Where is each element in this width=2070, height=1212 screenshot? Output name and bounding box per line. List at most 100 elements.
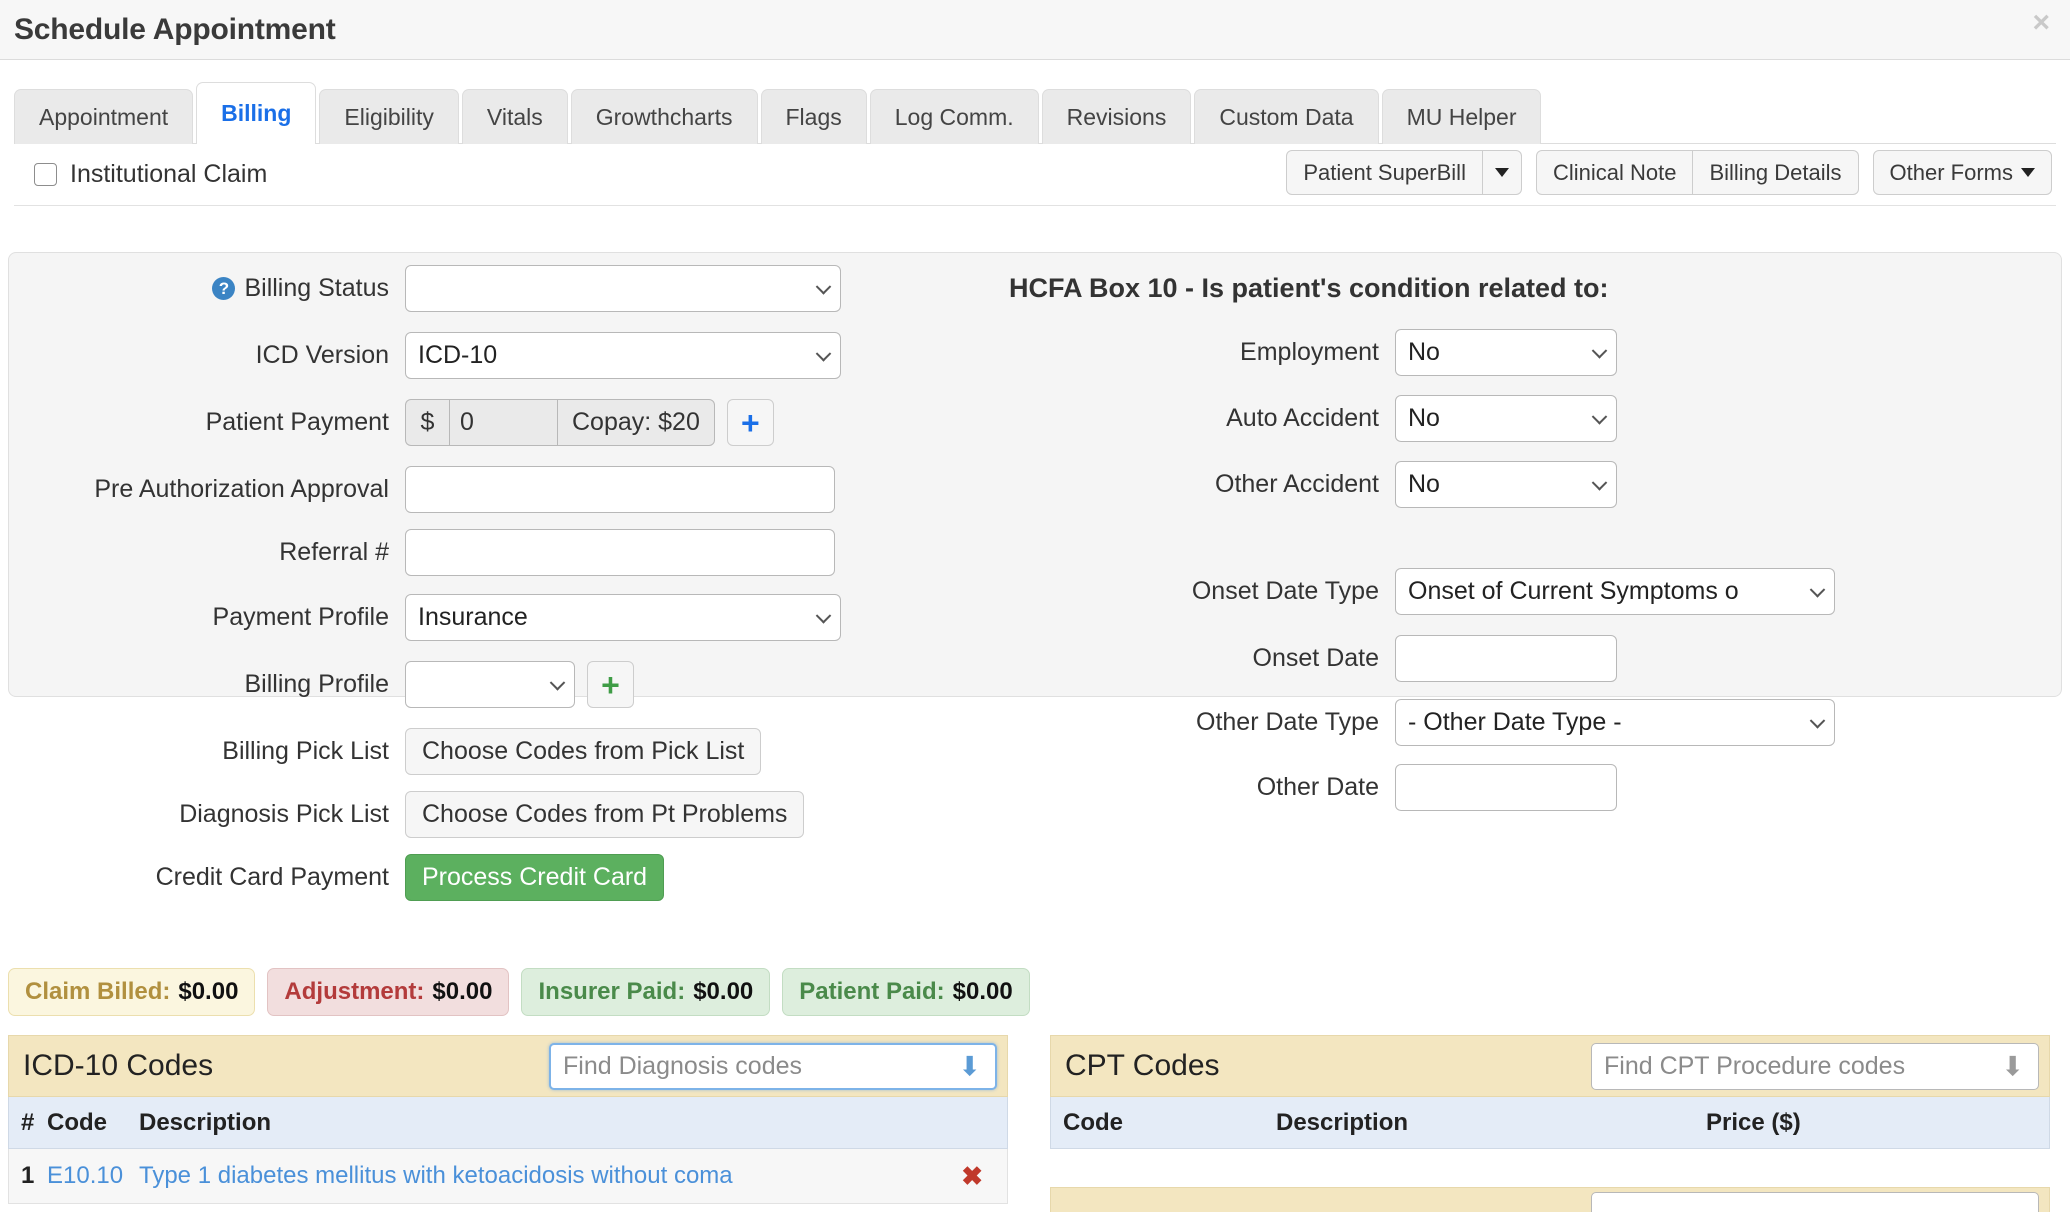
tab-strip: Appointment Billing Eligibility Vitals G… xyxy=(0,80,2070,145)
other-date-type-select[interactable]: - Other Date Type - xyxy=(1395,699,1835,746)
patient-paid-amount: $0.00 xyxy=(952,978,1013,1005)
icd-panel-header: ICD-10 Codes Find Diagnosis codes ⬇ xyxy=(8,1035,1008,1097)
code-panels: ICD-10 Codes Find Diagnosis codes ⬇ # Co… xyxy=(8,1035,2062,1212)
referral-number-label: Referral # xyxy=(279,538,389,566)
icd-version-label: ICD Version xyxy=(255,341,389,369)
other-forms-label: Other Forms xyxy=(1889,159,2013,185)
onset-date-type-select[interactable]: Onset of Current Symptoms o xyxy=(1395,568,1835,615)
payment-profile-value: Insurance xyxy=(418,603,528,631)
cpt-col-code: Code xyxy=(1063,1108,1123,1136)
add-payment-button[interactable]: + xyxy=(726,399,774,446)
tab-appointment[interactable]: Appointment xyxy=(14,89,194,144)
cpt-search-input[interactable]: Find CPT Procedure codes ⬇ xyxy=(1591,1043,2039,1090)
process-credit-card-button[interactable]: Process Credit Card xyxy=(405,854,665,901)
referral-number-input[interactable] xyxy=(405,529,835,576)
tab-billing[interactable]: Billing xyxy=(196,82,317,145)
cpt-empty-area xyxy=(1050,1149,2050,1187)
billing-status-select[interactable] xyxy=(405,265,841,312)
institutional-claim-checkbox[interactable] xyxy=(34,163,57,186)
claim-billed-amount: $0.00 xyxy=(178,978,239,1005)
icd-table-header: # Code Description xyxy=(8,1097,1008,1149)
icd-col-description: Description xyxy=(139,1108,272,1136)
tab-growthcharts[interactable]: Growthcharts xyxy=(570,89,758,144)
arrow-down-icon[interactable]: ⬇ xyxy=(2001,1051,2024,1082)
insurer-paid-badge: Insurer Paid: $0.00 xyxy=(521,968,771,1016)
billing-profile-label: Billing Profile xyxy=(244,670,389,698)
onset-date-input[interactable] xyxy=(1395,635,1617,682)
chevron-down-icon xyxy=(1591,408,1608,425)
claim-billed-label: Claim Billed: xyxy=(25,978,171,1005)
diagnosis-pick-list-button[interactable]: Choose Codes from Pt Problems xyxy=(405,791,805,838)
auto-accident-select[interactable]: No xyxy=(1395,395,1617,442)
icd-row-description[interactable]: Type 1 diabetes mellitus with ketoacidos… xyxy=(139,1162,961,1190)
billing-details-button[interactable]: Billing Details xyxy=(1693,150,1859,195)
cpt-search-placeholder: Find CPT Procedure codes xyxy=(1604,1052,1906,1080)
icd-search-input[interactable]: Find Diagnosis codes ⬇ xyxy=(549,1043,997,1090)
other-date-label: Other Date xyxy=(1256,773,1379,801)
tab-flags[interactable]: Flags xyxy=(760,89,867,144)
onset-date-type-label: Onset Date Type xyxy=(1191,577,1379,605)
chevron-down-icon xyxy=(815,278,832,295)
billing-form-panel: ? Billing Status ICD Version ICD-10 Pati… xyxy=(8,252,2062,901)
other-accident-value: No xyxy=(1408,470,1440,498)
institutional-claim-label: Institutional Claim xyxy=(70,160,268,188)
help-icon[interactable]: ? xyxy=(212,277,236,300)
arrow-down-icon[interactable]: ⬇ xyxy=(958,1051,981,1082)
page-title: Schedule Appointment xyxy=(14,12,336,46)
insurer-paid-amount: $0.00 xyxy=(693,978,754,1005)
next-panel-search-input[interactable] xyxy=(1591,1192,2039,1212)
billing-status-label: ? Billing Status xyxy=(9,274,389,303)
tab-mu-helper[interactable]: MU Helper xyxy=(1381,89,1542,144)
chevron-down-icon xyxy=(2021,168,2035,177)
payment-profile-select[interactable]: Insurance xyxy=(405,594,841,641)
onset-date-type-value: Onset of Current Symptoms o xyxy=(1408,577,1739,605)
cpt-table-header: Code Description Price ($) xyxy=(1050,1097,2050,1149)
chevron-down-icon xyxy=(815,345,832,362)
billing-profile-select[interactable] xyxy=(405,661,575,708)
patient-superbill-button[interactable]: Patient SuperBill xyxy=(1286,150,1483,195)
other-accident-select[interactable]: No xyxy=(1395,461,1617,508)
cpt-codes-panel: CPT Codes Find CPT Procedure codes ⬇ Cod… xyxy=(1050,1035,2050,1212)
note-billing-button-group: Clinical Note Billing Details xyxy=(1535,150,1859,195)
patient-paid-label: Patient Paid: xyxy=(799,978,945,1005)
sub-toolbar: Institutional Claim Patient SuperBill Cl… xyxy=(14,144,2056,206)
icd-row-num: 1 xyxy=(21,1162,35,1189)
chevron-down-icon xyxy=(815,607,832,624)
patient-payment-input[interactable] xyxy=(449,399,557,446)
auto-accident-value: No xyxy=(1408,404,1440,432)
institutional-claim-checkbox-wrap[interactable]: Institutional Claim xyxy=(14,160,267,189)
other-date-input[interactable] xyxy=(1395,764,1617,811)
other-date-type-label: Other Date Type xyxy=(1196,708,1379,736)
chevron-down-icon xyxy=(1809,712,1826,729)
billing-pick-list-label: Billing Pick List xyxy=(222,737,389,765)
pre-authorization-label: Pre Authorization Approval xyxy=(94,475,389,503)
icd-row-code[interactable]: E10.10 xyxy=(47,1162,139,1190)
pre-authorization-input[interactable] xyxy=(405,466,835,513)
delete-icon[interactable]: ✖ xyxy=(961,1161,1007,1192)
close-icon[interactable]: × xyxy=(2032,8,2050,38)
icd-version-select[interactable]: ICD-10 xyxy=(405,332,841,379)
cpt-col-description: Description xyxy=(1276,1108,1409,1136)
adjustment-label: Adjustment: xyxy=(284,978,425,1005)
tab-revisions[interactable]: Revisions xyxy=(1041,89,1192,144)
other-forms-button[interactable]: Other Forms xyxy=(1872,150,2052,195)
tab-log-comm[interactable]: Log Comm. xyxy=(869,89,1039,144)
billing-pick-list-button[interactable]: Choose Codes from Pick List xyxy=(405,728,762,775)
employment-value: No xyxy=(1408,338,1440,366)
tab-custom-data[interactable]: Custom Data xyxy=(1194,89,1379,144)
tab-eligibility[interactable]: Eligibility xyxy=(319,89,459,144)
superbill-dropdown-toggle[interactable] xyxy=(1482,150,1522,195)
table-row[interactable]: 1 E10.10 Type 1 diabetes mellitus with k… xyxy=(8,1149,1008,1204)
clinical-note-button[interactable]: Clinical Note xyxy=(1535,150,1694,195)
adjustment-amount: $0.00 xyxy=(432,978,493,1005)
credit-card-payment-label: Credit Card Payment xyxy=(155,863,389,891)
patient-payment-group: $ Copay: $20 + xyxy=(405,399,774,446)
icd-col-code: Code xyxy=(47,1108,107,1136)
employment-select[interactable]: No xyxy=(1395,329,1617,376)
icd-codes-panel: ICD-10 Codes Find Diagnosis codes ⬇ # Co… xyxy=(8,1035,1008,1212)
chevron-down-icon xyxy=(1591,342,1608,359)
tab-vitals[interactable]: Vitals xyxy=(461,89,568,144)
currency-prefix: $ xyxy=(405,399,449,446)
add-billing-profile-button[interactable]: + xyxy=(587,661,634,708)
onset-date-label: Onset Date xyxy=(1252,644,1379,672)
